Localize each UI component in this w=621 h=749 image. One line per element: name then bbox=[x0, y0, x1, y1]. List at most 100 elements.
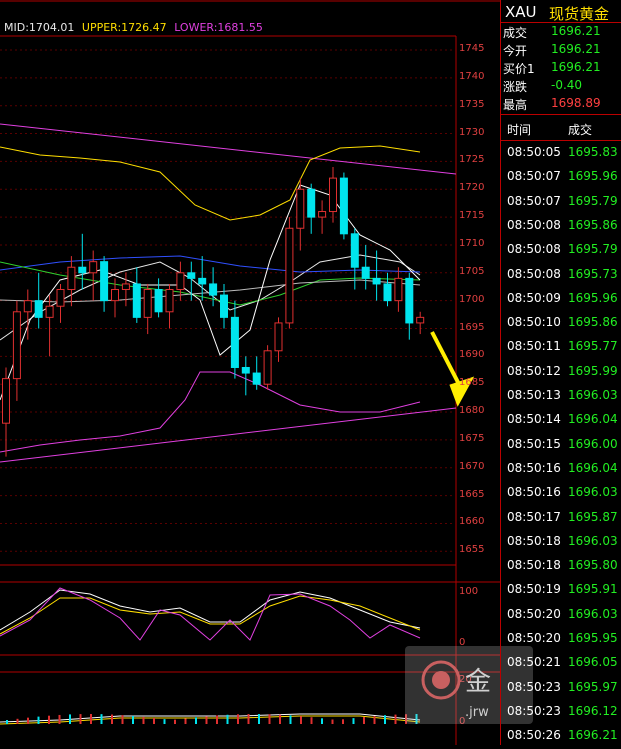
trade-row[interactable]: 08:50:19 1695.91 bbox=[501, 579, 621, 603]
osc2-bar bbox=[48, 715, 50, 724]
trade-row[interactable]: 08:50:18 1696.03 bbox=[501, 531, 621, 555]
trade-row[interactable]: 08:50:20 1696.03 bbox=[501, 604, 621, 628]
trade-time: 08:50:14 bbox=[507, 412, 561, 427]
osc2-bar bbox=[121, 715, 124, 724]
price-axis-label: 1715 bbox=[459, 210, 485, 222]
osc2-bar bbox=[247, 714, 250, 724]
trade-price: 1696.03 bbox=[568, 533, 618, 548]
osc2-bar bbox=[300, 716, 302, 724]
upper-value: UPPER:1726.47 bbox=[81, 21, 167, 34]
osc2-bar bbox=[100, 714, 103, 724]
trade-row[interactable]: 08:50:14 1696.04 bbox=[501, 409, 621, 433]
trade-price: 1696.21 bbox=[568, 728, 618, 743]
trade-time: 08:50:17 bbox=[507, 509, 561, 524]
arrow-to-axis bbox=[430, 331, 464, 391]
osc2-bar bbox=[363, 717, 365, 724]
candle-up bbox=[121, 283, 130, 291]
upper-trend-line bbox=[0, 123, 457, 175]
price-axis-label: 1745 bbox=[459, 43, 485, 54]
trade-row[interactable]: 08:50:16 1696.03 bbox=[501, 482, 621, 506]
trade-row[interactable]: 08:50:20 1695.95 bbox=[501, 628, 621, 652]
trade-time: 08:50:19 bbox=[507, 582, 561, 597]
osc2-bar bbox=[111, 714, 113, 724]
osc2-bar bbox=[226, 714, 229, 724]
price-axis-label: 1740 bbox=[459, 70, 485, 82]
price-axis-label: 1655 bbox=[459, 544, 485, 556]
price-axis-label: 1695 bbox=[459, 321, 485, 333]
trade-row[interactable]: 08:50:09 1695.96 bbox=[501, 288, 621, 312]
price-axis-label: 1685 bbox=[459, 377, 485, 389]
osc2-bar bbox=[205, 716, 208, 724]
trade-row[interactable]: 08:50:23 1695.97 bbox=[501, 677, 621, 701]
price-axis-label: 1670 bbox=[459, 460, 485, 472]
trade-row[interactable]: 08:50:12 1695.99 bbox=[501, 361, 621, 385]
trade-price: 1695.99 bbox=[568, 363, 618, 378]
trade-row[interactable]: 08:50:16 1696.04 bbox=[501, 458, 621, 482]
candle-down bbox=[339, 177, 348, 235]
candle-up bbox=[111, 289, 119, 302]
osc2-bar bbox=[216, 715, 218, 724]
quote-panel: XAU 现货黄金 成交 1696.21 今开 1696.21 买价1 1696.21 涨跌 -… bbox=[500, 0, 621, 745]
symbol-name: 现货黄金 bbox=[549, 5, 610, 23]
trade-row[interactable]: 08:50:18 1695.80 bbox=[501, 555, 621, 579]
price-axis-label: 1725 bbox=[459, 154, 485, 166]
trade-row[interactable]: 08:50:07 1695.79 bbox=[501, 191, 621, 215]
kline-chart-area[interactable]: MID:1704.01 UPPER:1726.47 LOWER:1681.55 … bbox=[0, 0, 500, 745]
trade-price: 1696.12 bbox=[568, 703, 618, 718]
trade-row[interactable]: 08:50:11 1695.77 bbox=[501, 336, 621, 360]
candle-down bbox=[132, 283, 141, 318]
candle-down bbox=[209, 283, 218, 296]
trade-header: 时间 成交 bbox=[501, 118, 621, 140]
trade-time: 08:50:15 bbox=[507, 436, 561, 451]
lower-trend-line bbox=[0, 407, 457, 463]
trade-row[interactable]: 08:50:08 1695.86 bbox=[501, 215, 621, 239]
trade-row[interactable]: 08:50:23 1696.12 bbox=[501, 701, 621, 725]
osc1-line-magenta bbox=[0, 587, 421, 641]
trade-price: 1695.73 bbox=[568, 266, 618, 281]
trade-row[interactable]: 08:50:05 1695.83 bbox=[501, 142, 621, 166]
trade-price: 1695.97 bbox=[568, 679, 618, 694]
oscillator-2 bbox=[0, 713, 421, 725]
price-axis-label: 1705 bbox=[459, 265, 485, 277]
candle-up bbox=[2, 378, 10, 424]
trade-row[interactable]: 08:50:15 1696.00 bbox=[501, 434, 621, 458]
osc2-bar bbox=[174, 719, 176, 724]
trade-row[interactable]: 08:50:26 1696.21 bbox=[501, 725, 621, 749]
trade-price: 1696.05 bbox=[568, 655, 618, 670]
osc1-axis-top: 100 bbox=[459, 586, 479, 597]
trade-price: 1696.03 bbox=[568, 485, 618, 500]
price-axis-label: 1660 bbox=[459, 516, 485, 528]
osc2-bar bbox=[184, 718, 187, 724]
trade-row[interactable]: 08:50:13 1696.03 bbox=[501, 385, 621, 409]
osc2-bar bbox=[331, 719, 334, 724]
trade-row[interactable]: 08:50:08 1695.79 bbox=[501, 239, 621, 263]
candle-up bbox=[176, 272, 185, 291]
trade-time: 08:50:08 bbox=[507, 266, 561, 281]
osc2-bar bbox=[352, 718, 355, 724]
trade-time: 08:50:10 bbox=[507, 315, 561, 330]
trade-price: 1695.91 bbox=[568, 582, 618, 597]
candle-down bbox=[405, 277, 414, 324]
trade-time: 08:50:11 bbox=[507, 339, 561, 354]
trade-row[interactable]: 08:50:17 1695.87 bbox=[501, 507, 621, 531]
trade-time: 08:50:05 bbox=[507, 145, 561, 159]
osc2-bar bbox=[373, 716, 376, 724]
oscillator-1 bbox=[0, 587, 421, 641]
osc2-bar bbox=[321, 718, 323, 724]
candle-up bbox=[296, 188, 305, 229]
trade-header-time: 时间 bbox=[507, 123, 532, 137]
trade-row[interactable]: 08:50:07 1695.96 bbox=[501, 166, 621, 190]
quote-label: 涨跌 bbox=[503, 80, 528, 94]
osc1-line-yellow bbox=[0, 595, 421, 635]
trade-row[interactable]: 08:50:21 1696.05 bbox=[501, 652, 621, 676]
osc2-bar bbox=[258, 714, 260, 724]
osc2-bar bbox=[163, 719, 166, 724]
price-axis-label: 1680 bbox=[459, 405, 485, 417]
quote-label: 今开 bbox=[503, 44, 528, 58]
candle-up bbox=[416, 316, 425, 324]
trade-time: 08:50:20 bbox=[507, 606, 561, 621]
trade-row[interactable]: 08:50:08 1695.73 bbox=[501, 264, 621, 288]
candle-down bbox=[350, 233, 359, 268]
trade-row[interactable]: 08:50:10 1695.86 bbox=[501, 312, 621, 336]
candle-down bbox=[187, 272, 196, 279]
